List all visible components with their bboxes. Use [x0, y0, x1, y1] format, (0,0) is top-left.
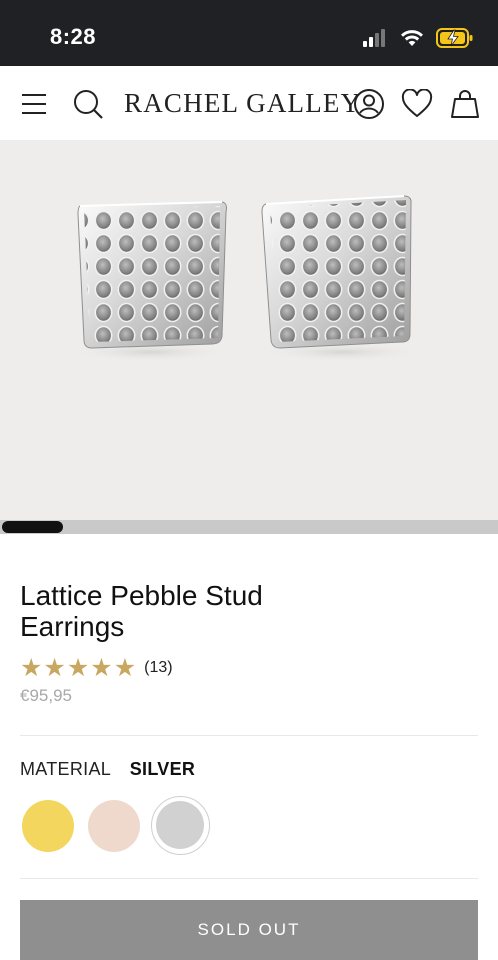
star-icon: ★: [43, 654, 66, 682]
material-label: MATERIAL: [20, 759, 111, 779]
sold-out-button[interactable]: SOLD OUT: [20, 900, 478, 960]
status-icons: [362, 28, 474, 48]
status-time: 8:28: [50, 24, 97, 49]
menu-icon[interactable]: [18, 88, 50, 120]
brand-logo[interactable]: RACHEL GALLEY: [124, 88, 361, 119]
star-icon: ★: [20, 654, 43, 682]
swatch-gold[interactable]: [22, 800, 74, 852]
account-icon[interactable]: [353, 88, 385, 120]
search-icon[interactable]: [72, 88, 104, 120]
wifi-icon: [401, 30, 423, 46]
wishlist-icon[interactable]: [401, 88, 433, 120]
gallery-scroll-thumb[interactable]: [2, 521, 63, 533]
bag-icon[interactable]: [449, 88, 481, 120]
star-icon: ★: [90, 654, 113, 682]
product-price: €95,95: [20, 686, 72, 705]
status-bar: 8:28: [0, 0, 498, 66]
site-header: RACHEL GALLEY: [0, 66, 498, 140]
product-image[interactable]: [0, 140, 498, 534]
swatch-silver-selected[interactable]: [151, 796, 210, 855]
signal-icon: [363, 29, 385, 47]
review-count[interactable]: (13): [144, 659, 172, 677]
product-title: Lattice Pebble Stud Earrings: [20, 580, 263, 642]
swatch-rose[interactable]: [88, 800, 140, 852]
divider: [20, 735, 478, 736]
earrings-illustration: [68, 195, 424, 362]
star-icon: ★: [66, 654, 90, 682]
battery-charging-icon: [436, 28, 473, 48]
material-value: SILVER: [129, 759, 196, 779]
material-selector-label: MATERIAL SILVER: [20, 759, 195, 780]
swatch-silver-fill: [156, 801, 204, 849]
gallery-scroll-track[interactable]: [0, 520, 498, 534]
product-rating[interactable]: ★ ★ ★ ★ ★ (13): [20, 655, 173, 681]
divider: [20, 878, 478, 879]
star-icon: ★: [113, 654, 137, 682]
